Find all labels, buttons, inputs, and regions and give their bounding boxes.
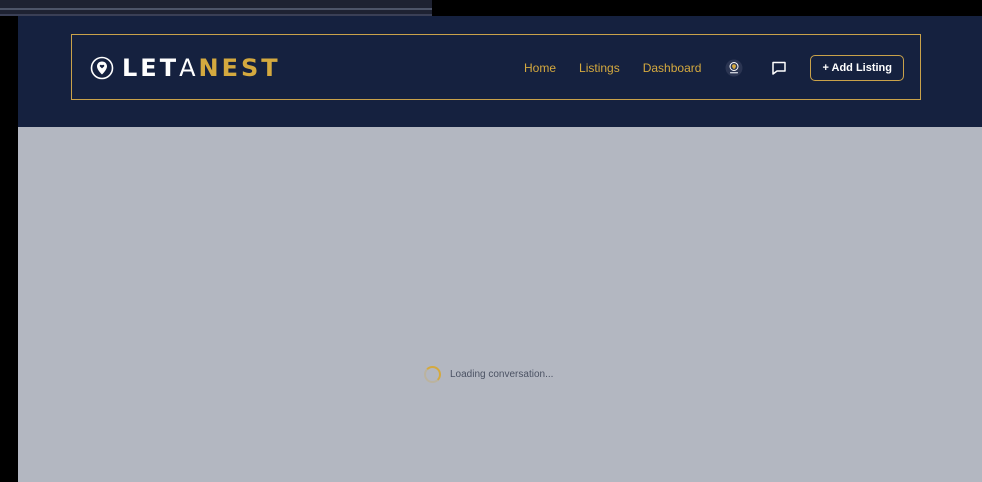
background-window — [0, 0, 432, 16]
logo-text-a: A — [179, 54, 199, 82]
chat-bubble-icon[interactable] — [770, 59, 788, 77]
nav-link-listings[interactable]: Listings — [579, 61, 620, 75]
nav-links: Home Listings Dashboard + Add Listing — [524, 53, 904, 83]
loading-text: Loading conversation... — [450, 368, 554, 380]
map-pin-heart-icon — [90, 56, 114, 80]
logo-text: LETANEST — [122, 53, 281, 83]
nav-link-dashboard[interactable]: Dashboard — [643, 61, 702, 75]
add-listing-button[interactable]: + Add Listing — [810, 55, 904, 81]
logo-text-let: LET — [122, 54, 180, 82]
app-window: LETANEST Home Listings Dashboard + Add L… — [18, 16, 982, 482]
logo-text-nest: NEST — [198, 54, 281, 82]
top-header: LETANEST Home Listings Dashboard + Add L… — [18, 16, 982, 127]
loading-indicator: Loading conversation... — [424, 364, 553, 384]
nav-link-home[interactable]: Home — [524, 61, 556, 75]
navbar: LETANEST Home Listings Dashboard + Add L… — [71, 34, 921, 100]
logo[interactable]: LETANEST — [90, 53, 281, 83]
spinner-icon — [424, 365, 441, 383]
nest-avatar-icon[interactable] — [724, 58, 744, 78]
